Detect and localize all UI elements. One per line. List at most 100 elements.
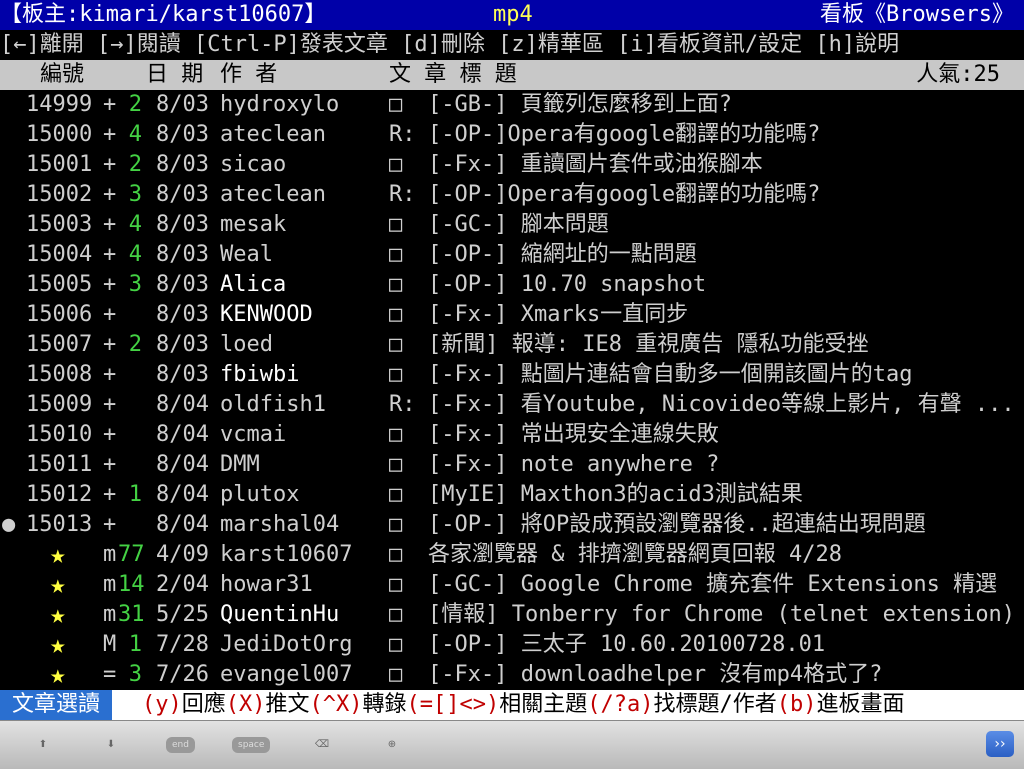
article-mark: =	[103, 662, 117, 687]
article-row[interactable]: 15011 +8/04 DMM □ [-Fx-] note anywhere ?	[0, 450, 1024, 480]
article-date: 8/04	[156, 422, 209, 447]
article-row[interactable]: 14999 +2 8/03 hydroxylo □ [-GB-] 頁籤列怎麼移到上面?	[0, 90, 1024, 120]
article-author: vcmai	[220, 422, 287, 447]
reply-indicator: R:	[389, 122, 416, 147]
footer-key[interactable]: (^X)	[310, 692, 363, 717]
article-title: [-GB-] 頁籤列怎麼移到上面?	[428, 92, 732, 117]
footer-key[interactable]: (X)	[226, 692, 266, 717]
article-row[interactable]: 15002 +3 8/03 ateclean R: [-OP-]Opera有google翻…	[0, 180, 1024, 210]
star-icon: ★	[50, 660, 66, 690]
footer-key[interactable]: (/?a)	[587, 692, 653, 717]
article-author: fbiwbi	[220, 362, 300, 387]
article-title: [-OP-] 將OP設成預設瀏覽器後..超連結出現問題	[428, 512, 926, 537]
up-arrow-icon[interactable]: ⬆	[36, 737, 50, 753]
article-row[interactable]: ★ = 3 7/26 evangel007 □ [-Fx-] downloadhelper …	[0, 660, 1024, 690]
article-title: [-Fx-] Xmarks一直同步	[428, 302, 689, 327]
article-row[interactable]: 15001 +2 8/03 sicao □ [-Fx-] 重讀圖片套件或油猴腳本	[0, 150, 1024, 180]
recommend-count: 4	[128, 242, 142, 267]
article-author: marshal04	[220, 512, 340, 537]
article-mark: m	[103, 542, 117, 567]
article-number: 15000	[26, 122, 93, 147]
reply-indicator: □	[389, 512, 403, 537]
backspace-icon[interactable]: ⌫	[314, 737, 330, 753]
article-number: 15003	[26, 212, 93, 237]
article-mark: +	[103, 152, 117, 177]
article-row[interactable]: 15006 +8/03 KENWOOD □ [-Fx-] Xmarks一直同步	[0, 300, 1024, 330]
article-title: [情報] Tonberry for Chrome (telnet extensi…	[428, 602, 1016, 627]
article-title: [MyIE] Maxthon3的acid3測試結果	[428, 482, 803, 507]
article-mark: +	[103, 452, 117, 477]
footer-key[interactable]: (=[]<>)	[407, 692, 500, 717]
zoom-icon[interactable]: ⊕	[384, 737, 400, 753]
footer-mode-tag: 文章選讀	[0, 690, 113, 720]
reply-indicator: □	[389, 662, 403, 687]
article-mark: +	[103, 272, 117, 297]
article-row[interactable]: 15008 +8/03 fbiwbi □ [-Fx-] 點圖片連結會自動多一個開該圖片的…	[0, 360, 1024, 390]
article-row[interactable]: ★ m 77 4/09 karst10607 □ 各家瀏覽器 & 排擠瀏覽器網頁回報 4/2…	[0, 540, 1024, 570]
article-row[interactable]: ★ m 14 2/04 howar31 □ [-GC-] Google Chrome 擴充套…	[0, 570, 1024, 600]
article-title: [新聞] 報導: IE8 重視廣告 隱私功能受挫	[428, 332, 869, 357]
down-arrow-icon[interactable]: ⬇	[104, 737, 118, 753]
article-number: 15007	[26, 332, 93, 357]
end-key-button[interactable]: end	[166, 737, 195, 753]
article-date: 8/03	[156, 92, 209, 117]
article-date: 8/03	[156, 212, 209, 237]
article-number: 15004	[26, 242, 93, 267]
article-row[interactable]: ● 15013 +8/04 marshal04 □ [-OP-] 將OP設成預設瀏覽器後.…	[0, 510, 1024, 540]
article-mark: +	[103, 392, 117, 417]
article-title: [-OP-] 10.70 snapshot	[428, 272, 707, 297]
article-date: 8/03	[156, 272, 209, 297]
article-row[interactable]: 15003 +4 8/03 mesak □ [-GC-] 腳本問題	[0, 210, 1024, 240]
article-mark: m	[103, 602, 117, 627]
help-line: [←]離開 [→]閱讀 [Ctrl-P]發表文章 [d]刪除 [z]精華區 [i…	[0, 32, 900, 57]
article-row[interactable]: 15000 +4 8/03 ateclean R: [-OP-]Opera有google翻…	[0, 120, 1024, 150]
reply-indicator: R:	[389, 182, 416, 207]
footer-key-label: 回應	[181, 692, 226, 717]
space-key-button[interactable]: space	[232, 737, 271, 753]
article-date: 8/03	[156, 152, 209, 177]
article-author: plutox	[220, 482, 300, 507]
article-mark: M	[103, 632, 117, 657]
popularity: 人氣:25	[916, 62, 1000, 87]
article-row[interactable]: 15010 +8/04 vcmai □ [-Fx-] 常出現安全連線失敗	[0, 420, 1024, 450]
article-author: mesak	[220, 212, 287, 237]
recommend-count: 2	[128, 92, 142, 117]
reply-indicator: □	[389, 272, 403, 297]
article-title: [-OP-]Opera有google翻譯的功能嗎?	[428, 182, 821, 207]
article-date: 8/04	[156, 452, 209, 477]
article-author: QuentinHu	[220, 602, 340, 627]
article-author: JediDotOrg	[220, 632, 353, 657]
more-button[interactable]: ››	[986, 731, 1014, 757]
article-title: [-Fx-] 常出現安全連線失敗	[428, 422, 719, 447]
article-row[interactable]: 15005 +3 8/03 Alica □ [-OP-] 10.70 snapshot	[0, 270, 1024, 300]
article-author: hydroxylo	[220, 92, 340, 117]
reply-indicator: □	[389, 482, 403, 507]
article-title: [-Fx-] 點圖片連結會自動多一個開該圖片的tag	[428, 362, 913, 387]
article-author: howar31	[220, 572, 313, 597]
reply-indicator: □	[389, 572, 403, 597]
article-number: 15005	[26, 272, 93, 297]
article-date: 2/04	[156, 572, 209, 597]
article-number: 15002	[26, 182, 93, 207]
article-row[interactable]: 15007 +2 8/03 loed □ [新聞] 報導: IE8 重視廣告 隱私功能受挫	[0, 330, 1024, 360]
article-mark: +	[103, 92, 117, 117]
reply-indicator: □	[389, 332, 403, 357]
article-number: 14999	[26, 92, 93, 117]
article-row[interactable]: ★ M 1 7/28 JediDotOrg □ [-OP-] 三太子 10.60.20100…	[0, 630, 1024, 660]
article-row[interactable]: 15012 +1 8/04 plutox □ [MyIE] Maxthon3的acid3測…	[0, 480, 1024, 510]
article-title: [-Fx-] 重讀圖片套件或油猴腳本	[428, 152, 763, 177]
board-header: 【板主:kimari/karst10607】 mp4 看板《Browsers》	[0, 0, 1024, 30]
article-row[interactable]: 15009 +8/04 oldfish1 R: [-Fx-] 看Youtube, Nic…	[0, 390, 1024, 420]
article-mark: +	[103, 482, 117, 507]
board-owner: 【板主:kimari/karst10607】	[0, 2, 327, 27]
reply-indicator: □	[389, 422, 403, 447]
footer-key[interactable]: (y)	[142, 692, 182, 717]
article-row[interactable]: 15004 +4 8/03 Weal □ [-OP-] 縮網址的一點問題	[0, 240, 1024, 270]
article-number: 15006	[26, 302, 93, 327]
article-date: 8/03	[156, 242, 209, 267]
article-number: 15008	[26, 362, 93, 387]
article-author: sicao	[220, 152, 287, 177]
article-row[interactable]: ★ m 31 5/25 QuentinHu □ [情報] Tonberry for Chro…	[0, 600, 1024, 630]
footer-key[interactable]: (b)	[777, 692, 817, 717]
article-author: KENWOOD	[220, 302, 313, 327]
